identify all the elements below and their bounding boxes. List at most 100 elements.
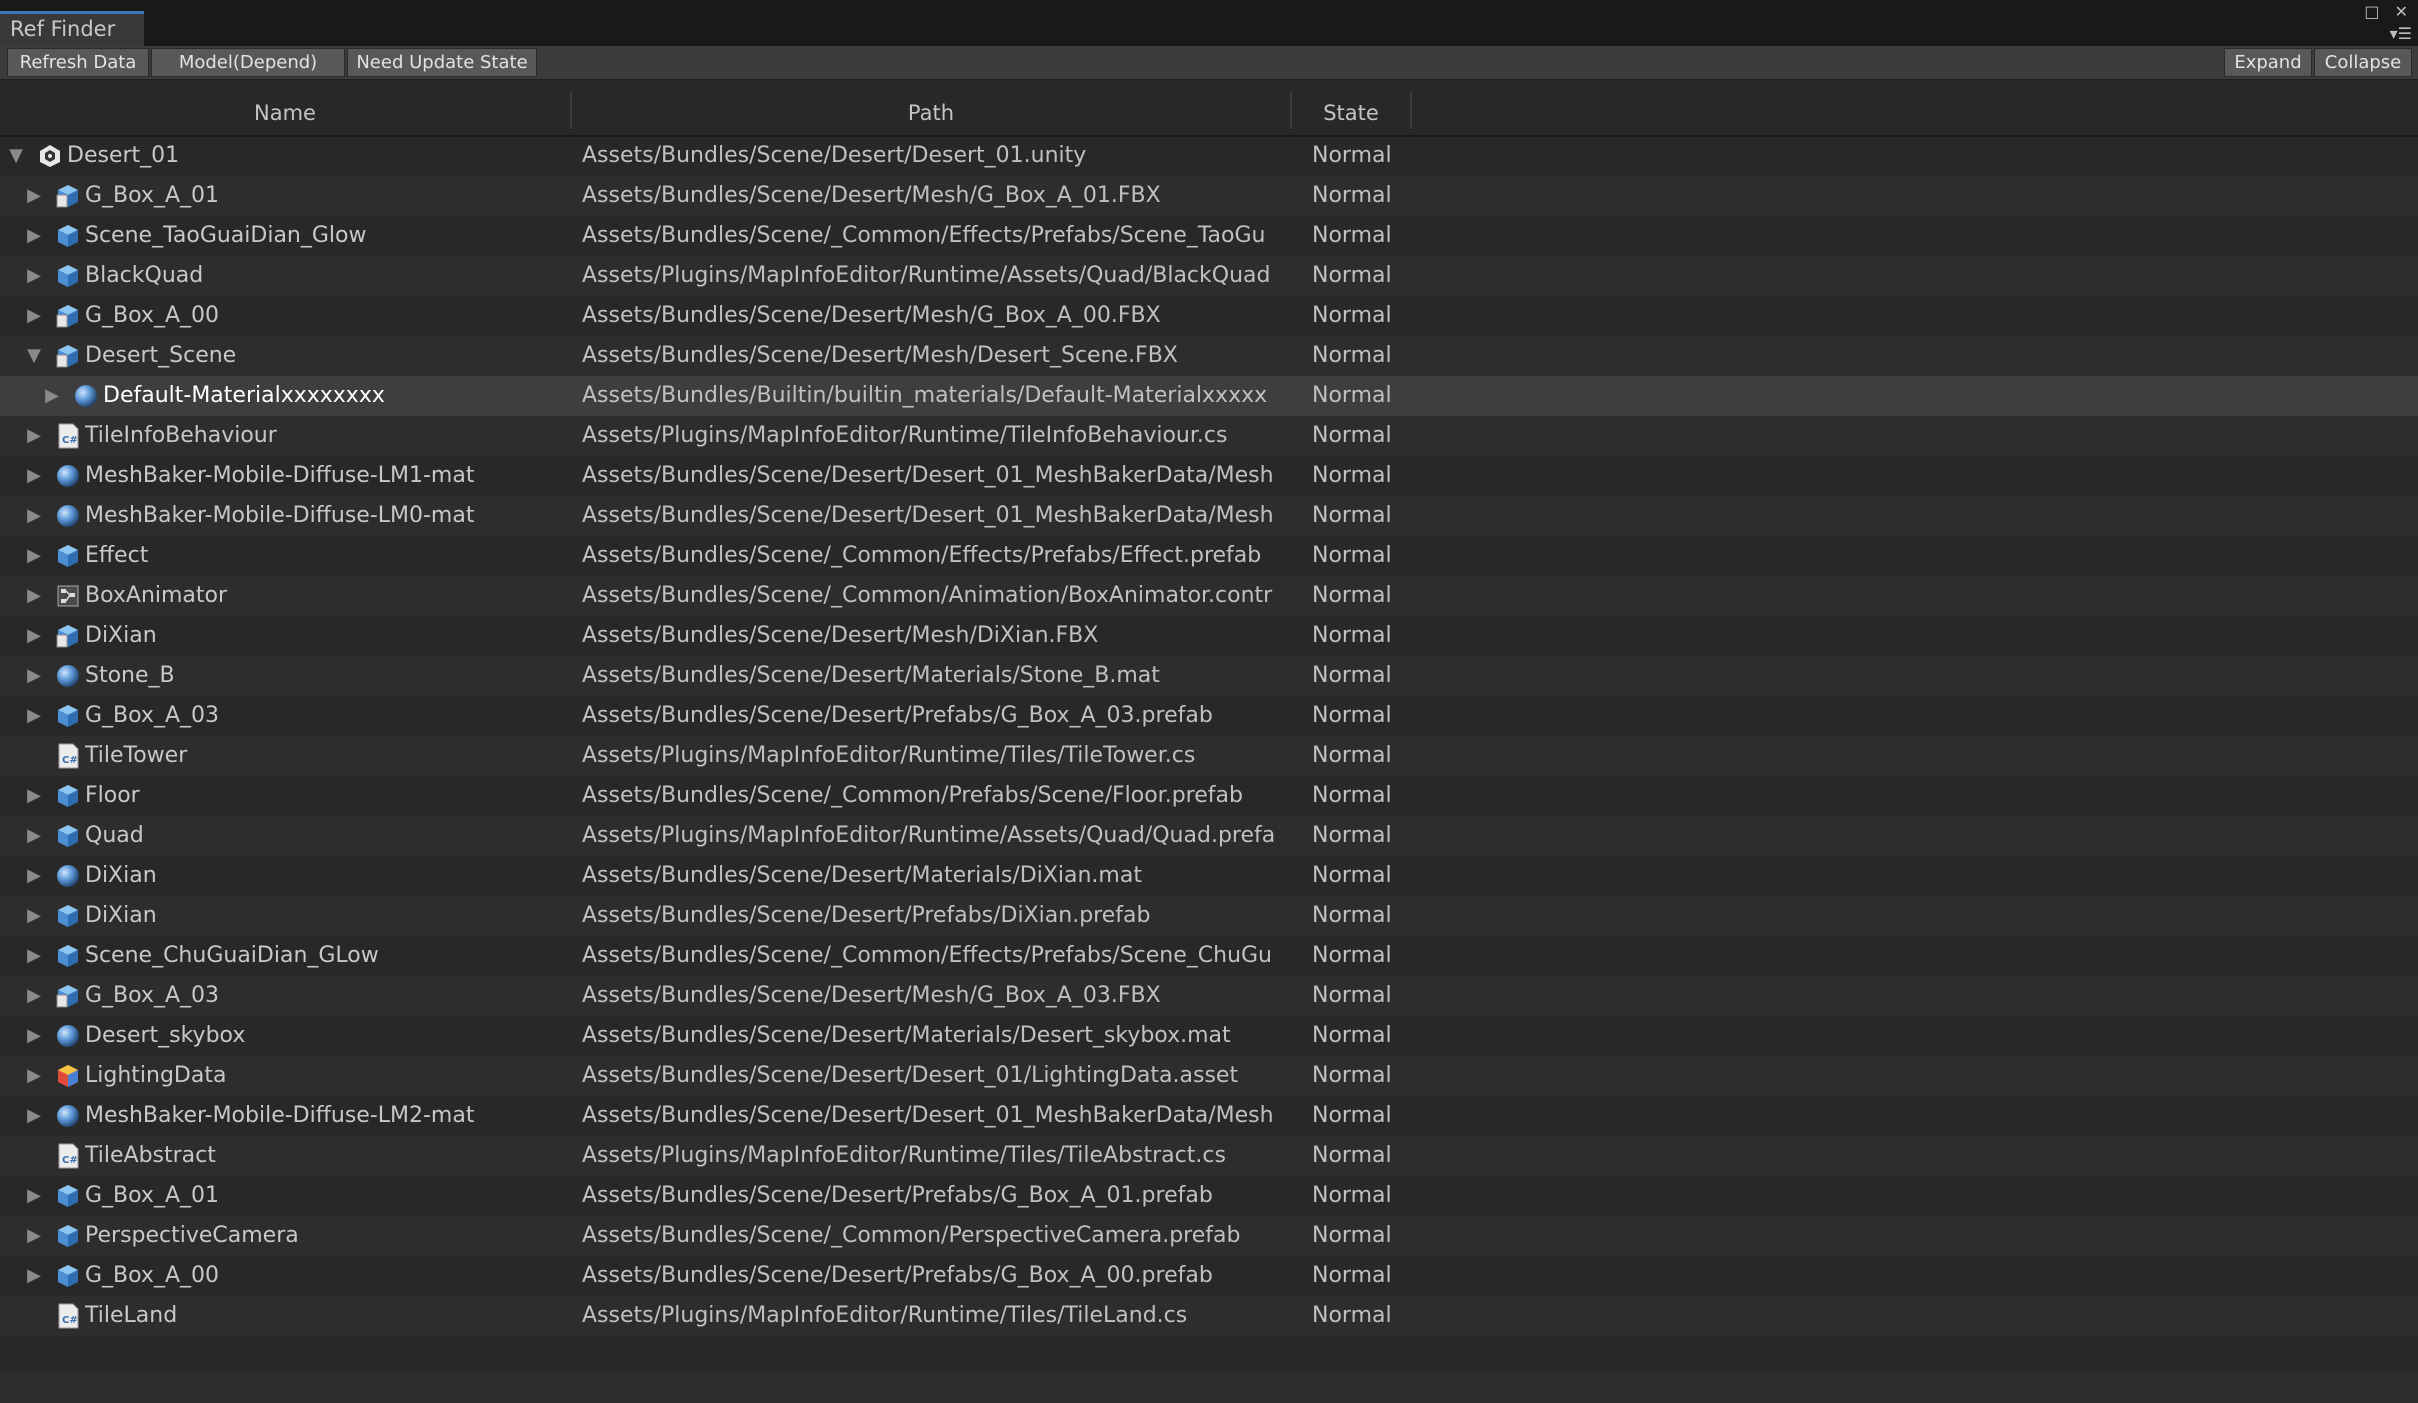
column-header-state[interactable]: State <box>1292 91 1410 135</box>
tree-row[interactable]: ▶ G_Box_A_01 Assets/Bundles/Scene/Desert/M… <box>0 176 2418 216</box>
maximize-icon[interactable]: □ <box>2364 2 2379 21</box>
row-name: TileAbstract <box>85 1143 216 1168</box>
tree-row[interactable]: ▶ Effect Assets/Bundles/Scene/_Common/Effe… <box>0 536 2418 576</box>
row-path: Assets/Bundles/Scene/Desert/Materials/St… <box>582 663 1160 688</box>
collapse-arrow-icon[interactable]: ▼ <box>24 336 44 376</box>
expand-arrow-icon[interactable]: ▶ <box>24 616 44 656</box>
tree-row[interactable]: ▶ DiXian Assets/Bundles/Scene/Desert/Mesh/… <box>0 616 2418 656</box>
need-update-state-button[interactable]: Need Update State <box>347 48 537 77</box>
tree-row[interactable]: ▶ G_Box_A_00 Assets/Bundles/Scene/Desert/P… <box>0 1256 2418 1296</box>
expand-arrow-icon[interactable]: ▶ <box>24 256 44 296</box>
expand-arrow-icon[interactable]: ▶ <box>24 176 44 216</box>
row-path: Assets/Bundles/Scene/Desert/Materials/Di… <box>582 863 1142 888</box>
tree-row[interactable]: ▶ Scene_TaoGuaiDian_Glow Assets/Bundles/Sc… <box>0 216 2418 256</box>
tree-row[interactable]: C# TileLand Assets/Plugins/MapInfoEditor/R… <box>0 1296 2418 1336</box>
row-name: Desert_Scene <box>85 343 237 368</box>
tree-row[interactable]: ▶ MeshBaker-Mobile-Diffuse-LM1-mat Assets/… <box>0 456 2418 496</box>
tree-row[interactable]: ▶ Default-Materialxxxxxxxx Assets/Bundles/… <box>0 376 2418 416</box>
model-icon <box>55 623 81 649</box>
expand-arrow-icon[interactable]: ▶ <box>24 776 44 816</box>
expand-arrow-icon[interactable]: ▶ <box>24 216 44 256</box>
expand-arrow-icon[interactable]: ▶ <box>24 976 44 1016</box>
expand-arrow-icon[interactable]: ▶ <box>24 1056 44 1096</box>
lighting-data-icon <box>55 1063 81 1089</box>
row-state: Normal <box>1312 783 1392 808</box>
expand-arrow-icon[interactable]: ▶ <box>42 376 62 416</box>
expand-arrow-icon[interactable]: ▶ <box>24 456 44 496</box>
tree-row[interactable]: ▶ MeshBaker-Mobile-Diffuse-LM2-mat Assets/… <box>0 1096 2418 1136</box>
row-path: Assets/Bundles/Scene/_Common/Effects/Pre… <box>582 543 1262 568</box>
row-state: Normal <box>1312 943 1392 968</box>
tree-row[interactable]: ▶ BoxAnimator Assets/Bundles/Scene/_Common… <box>0 576 2418 616</box>
expand-arrow-icon[interactable]: ▶ <box>24 896 44 936</box>
prefab-icon <box>55 943 81 969</box>
tree-row[interactable]: ▶ G_Box_A_01 Assets/Bundles/Scene/Desert/P… <box>0 1176 2418 1216</box>
expand-arrow-icon[interactable]: ▶ <box>24 656 44 696</box>
tree-row[interactable]: C# TileTower Assets/Plugins/MapInfoEditor/… <box>0 736 2418 776</box>
expand-arrow-icon[interactable]: ▶ <box>24 296 44 336</box>
prefab-icon <box>55 1183 81 1209</box>
tree-row[interactable]: ▶ LightingData Assets/Bundles/Scene/Desert… <box>0 1056 2418 1096</box>
tree-row[interactable]: ▶ Scene_ChuGuaiDian_GLow Assets/Bundles/Sc… <box>0 936 2418 976</box>
refresh-data-button[interactable]: Refresh Data <box>7 48 149 77</box>
row-state: Normal <box>1312 823 1392 848</box>
row-name: Scene_TaoGuaiDian_Glow <box>85 223 367 248</box>
collapse-arrow-icon[interactable]: ▼ <box>6 136 26 176</box>
row-path: Assets/Bundles/Scene/Desert/Prefabs/G_Bo… <box>582 1183 1213 1208</box>
row-path: Assets/Bundles/Scene/Desert/Mesh/G_Box_A… <box>582 183 1161 208</box>
row-name: MeshBaker-Mobile-Diffuse-LM2-mat <box>85 1103 475 1128</box>
row-name: Desert_01 <box>67 143 180 168</box>
tree-row[interactable]: ▶ G_Box_A_03 Assets/Bundles/Scene/Desert/M… <box>0 976 2418 1016</box>
close-icon[interactable]: ✕ <box>2395 2 2408 21</box>
row-name: TileInfoBehaviour <box>85 423 277 448</box>
row-path: Assets/Bundles/Scene/Desert/Desert_01_Me… <box>582 463 1274 488</box>
collapse-button[interactable]: Collapse <box>2314 48 2412 77</box>
expand-button[interactable]: Expand <box>2224 48 2312 77</box>
mode-toggle-button[interactable]: Model(Depend) <box>151 48 345 77</box>
expand-arrow-icon[interactable]: ▶ <box>24 1216 44 1256</box>
tree-row[interactable]: ▶ BlackQuad Assets/Plugins/MapInfoEditor/R… <box>0 256 2418 296</box>
svg-text:C#: C# <box>62 1155 78 1166</box>
expand-arrow-icon[interactable]: ▶ <box>24 576 44 616</box>
row-path: Assets/Bundles/Scene/_Common/Prefabs/Sce… <box>582 783 1243 808</box>
tree-row[interactable]: ▶ DiXian Assets/Bundles/Scene/Desert/Mater… <box>0 856 2418 896</box>
tree-row[interactable]: ▶ G_Box_A_00 Assets/Bundles/Scene/Desert/M… <box>0 296 2418 336</box>
tree-row[interactable]: C# TileAbstract Assets/Plugins/MapInfoEdit… <box>0 1136 2418 1176</box>
column-header-name[interactable]: Name <box>0 91 570 135</box>
column-resize-handle[interactable] <box>1410 91 1412 129</box>
row-name: G_Box_A_03 <box>85 703 219 728</box>
expand-arrow-icon[interactable]: ▶ <box>24 856 44 896</box>
material-icon <box>55 503 81 529</box>
row-state: Normal <box>1312 263 1392 288</box>
material-icon <box>55 663 81 689</box>
tree-row[interactable]: ▶ Quad Assets/Plugins/MapInfoEditor/Runtim… <box>0 816 2418 856</box>
expand-arrow-icon[interactable]: ▶ <box>24 536 44 576</box>
expand-arrow-icon[interactable]: ▶ <box>24 936 44 976</box>
expand-arrow-icon[interactable]: ▶ <box>24 816 44 856</box>
tree-row[interactable]: ▶ G_Box_A_03 Assets/Bundles/Scene/Desert/P… <box>0 696 2418 736</box>
tree-row[interactable]: ▼ Desert_01 Assets/Bundles/Scene/Desert/De… <box>0 136 2418 176</box>
row-state: Normal <box>1312 663 1392 688</box>
tree-row[interactable]: ▶ PerspectiveCamera Assets/Bundles/Scene/_… <box>0 1216 2418 1256</box>
window-menu-icon[interactable]: ▾☰ <box>2390 24 2412 43</box>
column-header-path[interactable]: Path <box>572 91 1290 135</box>
expand-arrow-icon[interactable]: ▶ <box>24 416 44 456</box>
tree-row[interactable]: ▶ DiXian Assets/Bundles/Scene/Desert/Prefa… <box>0 896 2418 936</box>
expand-arrow-icon[interactable]: ▶ <box>24 496 44 536</box>
tree-row[interactable]: ▼ Desert_Scene Assets/Bundles/Scene/Desert… <box>0 336 2418 376</box>
expand-arrow-icon[interactable]: ▶ <box>24 1096 44 1136</box>
tab-ref-finder[interactable]: Ref Finder <box>0 11 144 46</box>
tree-row[interactable]: ▶ MeshBaker-Mobile-Diffuse-LM0-mat Assets/… <box>0 496 2418 536</box>
material-icon <box>55 463 81 489</box>
tree-row[interactable]: ▶ Floor Assets/Bundles/Scene/_Common/Prefa… <box>0 776 2418 816</box>
row-state: Normal <box>1312 343 1392 368</box>
row-name: G_Box_A_01 <box>85 183 219 208</box>
expand-arrow-icon[interactable]: ▶ <box>24 1256 44 1296</box>
expand-arrow-icon[interactable]: ▶ <box>24 1016 44 1056</box>
expand-arrow-icon[interactable]: ▶ <box>24 696 44 736</box>
tree-row[interactable]: ▶ Desert_skybox Assets/Bundles/Scene/Deser… <box>0 1016 2418 1056</box>
tree-row[interactable]: ▶ C# TileInfoBehaviour Assets/Plugins/MapIn… <box>0 416 2418 456</box>
tree-row[interactable]: ▶ Stone_B Assets/Bundles/Scene/Desert/Mate… <box>0 656 2418 696</box>
expand-arrow-icon[interactable]: ▶ <box>24 1176 44 1216</box>
row-path: Assets/Bundles/Scene/Desert/Mesh/Desert_… <box>582 343 1178 368</box>
